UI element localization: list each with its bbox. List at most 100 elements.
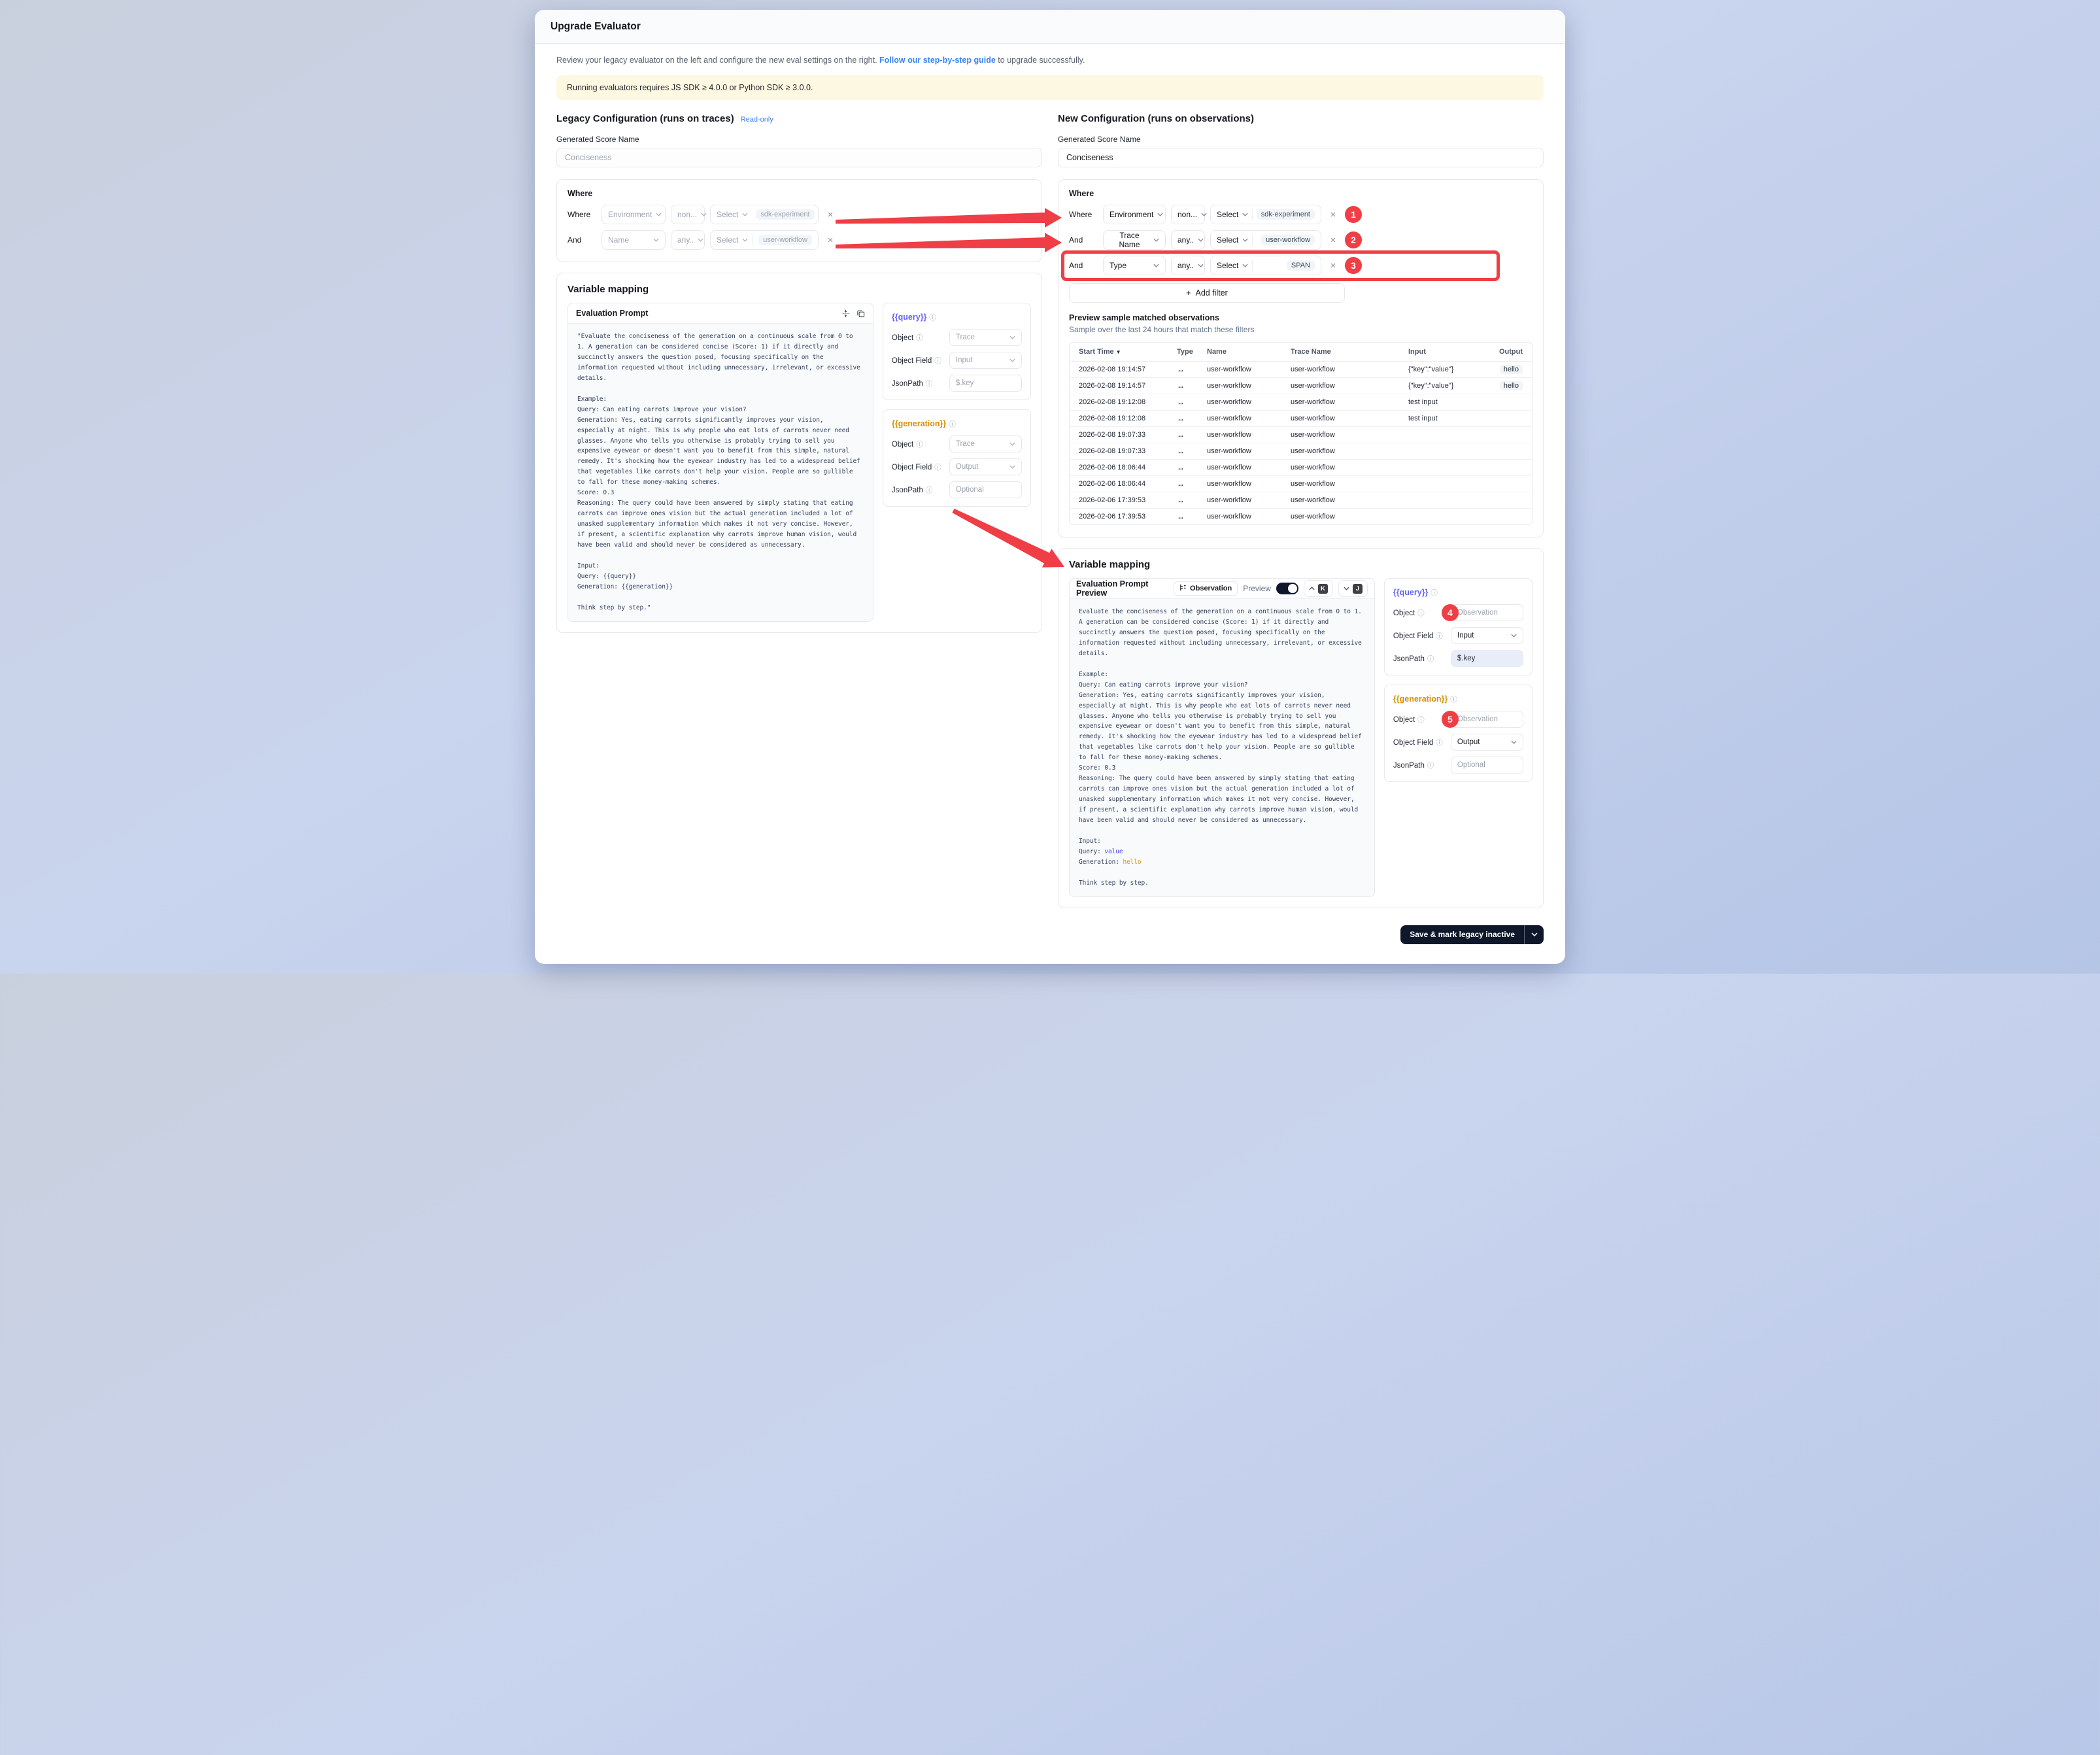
table-row[interactable]: 2026-02-06 18:06:44↔user-workflowuser-wo… (1070, 460, 1532, 476)
jsonpath-input[interactable]: $.key (949, 375, 1022, 392)
filter-operator-select[interactable]: any.. (1171, 256, 1205, 275)
intro-after: to upgrade successfully. (996, 56, 1085, 65)
legacy-generation-variable-card: {{generation}}ⓘ Objectⓘ Trace Object Fie… (883, 409, 1031, 507)
col-name[interactable]: Name (1204, 343, 1288, 361)
chevron-down-icon (653, 238, 659, 242)
remove-filter-button[interactable]: × (1327, 233, 1340, 247)
filter-value-select[interactable]: Selectsdk-experiment (710, 205, 819, 224)
upgrade-evaluator-dialog: Upgrade Evaluator Review your legacy eva… (535, 10, 1565, 964)
jsonpath-input[interactable]: $.key (1451, 650, 1523, 667)
annotation-badge-3: 3 (1345, 257, 1362, 274)
filter-operator-select[interactable]: any.. (1171, 230, 1205, 250)
filter-value-select[interactable]: SelectSPAN (1210, 256, 1321, 275)
info-icon[interactable]: ⓘ (1417, 609, 1425, 617)
filter-operator-select[interactable]: any.. (671, 230, 705, 250)
previous-sample-button[interactable]: K (1304, 580, 1333, 597)
info-icon[interactable]: ⓘ (926, 380, 933, 388)
chevron-down-icon (1511, 740, 1517, 744)
matched-observations-table: Start Time▼ Type Name Trace Name Input O… (1069, 342, 1533, 525)
generation-variable-name: {{generation}} (892, 419, 946, 428)
filter-operator-select[interactable]: non... (1171, 205, 1205, 224)
remove-filter-button[interactable]: × (824, 208, 837, 221)
filter-column-select[interactable]: Environment (601, 205, 666, 224)
preview-toggle[interactable] (1276, 583, 1298, 594)
filter-column-select[interactable]: Trace Name (1103, 230, 1166, 250)
info-icon[interactable]: ⓘ (1436, 632, 1443, 640)
object-field-label: Object Fieldⓘ (892, 356, 949, 366)
jsonpath-input[interactable]: Optional (949, 481, 1022, 498)
table-row[interactable]: 2026-02-06 17:39:53↔user-workflowuser-wo… (1070, 509, 1532, 524)
object-select[interactable]: Trace (949, 329, 1022, 346)
save-split-button: Save & mark legacy inactive (1400, 925, 1544, 944)
preview-text-before: Evaluate the conciseness of the generati… (1079, 608, 1365, 855)
info-icon[interactable]: ⓘ (934, 357, 941, 365)
filter-value-select[interactable]: Selectuser-workflow (1210, 230, 1321, 250)
info-icon[interactable]: ⓘ (1427, 655, 1434, 663)
span-type-icon: ↔ (1174, 460, 1204, 475)
plus-icon: + (1186, 288, 1191, 298)
info-icon[interactable]: ⓘ (929, 314, 936, 322)
table-row[interactable]: 2026-02-06 17:39:53↔user-workflowuser-wo… (1070, 492, 1532, 509)
info-icon[interactable]: ⓘ (934, 464, 941, 471)
info-icon[interactable]: ⓘ (926, 486, 933, 494)
info-icon[interactable]: ⓘ (1417, 716, 1425, 724)
jsonpath-label: JsonPathⓘ (892, 485, 949, 495)
legacy-prompt-title: Evaluation Prompt (576, 309, 648, 318)
chevron-down-icon (1344, 587, 1349, 590)
col-output[interactable]: Output (1469, 343, 1525, 361)
add-filter-button[interactable]: +Add filter (1069, 283, 1345, 303)
span-type-icon: ↔ (1174, 362, 1204, 377)
col-trace-name[interactable]: Trace Name (1288, 343, 1406, 361)
object-field-select[interactable]: Output (1451, 734, 1523, 751)
object-field-select[interactable]: Output (949, 458, 1022, 475)
table-row[interactable]: 2026-02-08 19:07:33↔user-workflowuser-wo… (1070, 427, 1532, 443)
chevron-down-icon (1198, 238, 1204, 242)
object-field-select[interactable]: Input (1451, 627, 1523, 644)
col-input[interactable]: Input (1406, 343, 1469, 361)
copy-icon[interactable] (856, 309, 865, 318)
chevron-down-icon (1511, 634, 1517, 638)
col-start-time[interactable]: Start Time▼ (1076, 343, 1174, 361)
table-row[interactable]: 2026-02-08 19:12:08↔user-workflowuser-wo… (1070, 411, 1532, 427)
collapse-icon[interactable] (841, 309, 850, 318)
object-field-select[interactable]: Input (949, 352, 1022, 369)
remove-filter-button[interactable]: × (1327, 208, 1340, 221)
table-row[interactable]: 2026-02-06 18:06:44↔user-workflowuser-wo… (1070, 476, 1532, 492)
info-icon[interactable]: ⓘ (1436, 739, 1443, 747)
object-label: Objectⓘ (892, 333, 949, 343)
output-chip: hello (1500, 381, 1523, 390)
info-icon[interactable]: ⓘ (1427, 762, 1434, 770)
remove-filter-button[interactable]: × (824, 233, 837, 247)
table-row[interactable]: 2026-02-08 19:07:33↔user-workflowuser-wo… (1070, 443, 1532, 460)
info-icon[interactable]: ⓘ (1431, 589, 1438, 597)
next-sample-button[interactable]: J (1338, 580, 1368, 597)
step-by-step-guide-link[interactable]: Follow our step-by-step guide (879, 56, 996, 65)
filter-column-select[interactable]: Environment (1103, 205, 1166, 224)
preview-toggle-label: Preview (1243, 584, 1271, 593)
remove-filter-button[interactable]: × (1327, 259, 1340, 272)
filter-column-select[interactable]: Name (601, 230, 666, 250)
legacy-filter-row-1: Where Environment non... Selectsdk-exper… (567, 205, 1031, 224)
filter-column-select[interactable]: Type (1103, 256, 1166, 275)
new-score-name-input[interactable]: Conciseness (1058, 148, 1544, 167)
filter-value-select[interactable]: Selectuser-workflow (710, 230, 819, 250)
col-type[interactable]: Type (1174, 343, 1204, 361)
generation-variable-name: {{generation}} (1393, 694, 1448, 704)
chevron-down-icon (1157, 213, 1163, 216)
table-row[interactable]: 2026-02-08 19:12:08↔user-workflowuser-wo… (1070, 394, 1532, 411)
info-icon[interactable]: ⓘ (916, 441, 923, 449)
jsonpath-input[interactable]: Optional (1451, 757, 1523, 774)
chevron-down-icon (1242, 264, 1248, 267)
save-options-caret[interactable] (1524, 925, 1544, 944)
save-button[interactable]: Save & mark legacy inactive (1400, 925, 1524, 944)
table-row[interactable]: 2026-02-08 19:14:57↔user-workflowuser-wo… (1070, 378, 1532, 394)
table-row[interactable]: 2026-02-08 19:14:57↔user-workflowuser-wo… (1070, 362, 1532, 378)
preview-text-after: Think step by step. (1079, 879, 1149, 887)
chevron-down-icon (1009, 358, 1015, 362)
info-icon[interactable]: ⓘ (916, 334, 923, 342)
filter-value-select[interactable]: Selectsdk-experiment (1210, 205, 1321, 224)
object-select[interactable]: Trace (949, 435, 1022, 452)
filter-operator-select[interactable]: non... (671, 205, 705, 224)
info-icon[interactable]: ⓘ (1450, 696, 1457, 704)
info-icon[interactable]: ⓘ (949, 420, 956, 428)
